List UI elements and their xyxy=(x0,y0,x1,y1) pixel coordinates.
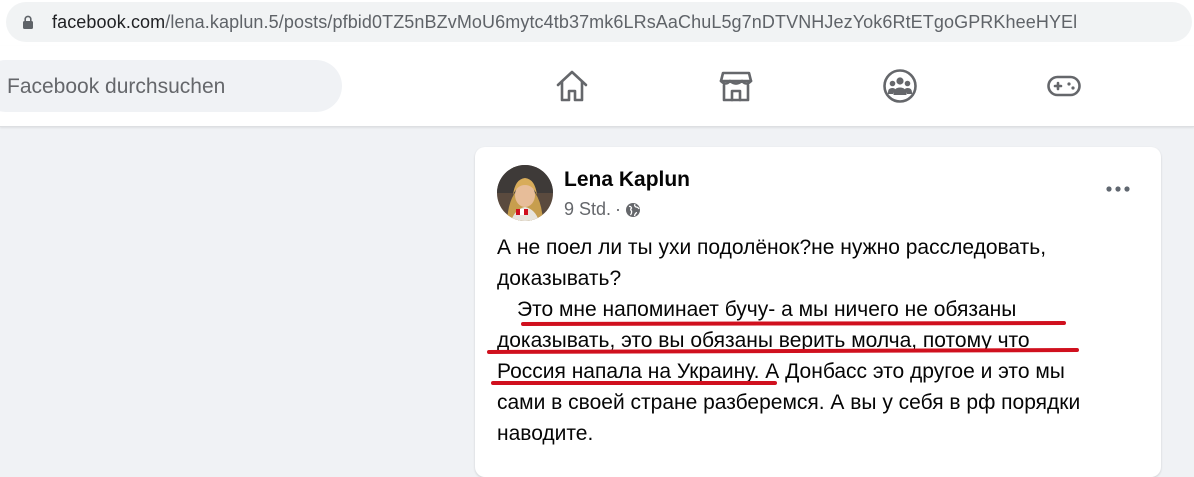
facebook-top-bar: Facebook durchsuchen xyxy=(0,46,1194,127)
lock-icon[interactable] xyxy=(22,15,34,29)
post-meta: 9 Std. · xyxy=(564,199,641,220)
globe-icon xyxy=(626,202,641,217)
meta-separator: · xyxy=(615,199,622,219)
post-line: сами в своей стране разберемся. А вы у с… xyxy=(497,391,1081,414)
post-author[interactable]: Lena Kaplun xyxy=(564,168,690,192)
post-line: Россия напала на Украину. А Донбасс это … xyxy=(497,360,1065,383)
post-line: наводите. xyxy=(497,422,594,445)
search-input[interactable]: Facebook durchsuchen xyxy=(0,60,342,112)
post-card: Lena Kaplun 9 Std. · А не поел ли ты ухи… xyxy=(475,147,1161,477)
browser-address-bar: facebook.com/lena.kaplun.5/posts/pfbid0T… xyxy=(0,0,1194,46)
avatar[interactable] xyxy=(497,165,553,221)
post-line: Это мне напоминает бучу- а мы ничего не … xyxy=(517,298,1017,321)
post-body: А не поел ли ты ухи подолёнок?не нужно р… xyxy=(497,232,1137,449)
marketplace-icon[interactable] xyxy=(718,68,754,104)
url-text: facebook.com/lena.kaplun.5/posts/pfbid0T… xyxy=(52,12,1077,33)
post-time[interactable]: 9 Std. xyxy=(564,199,611,220)
more-options-icon[interactable] xyxy=(1105,185,1131,193)
gaming-icon[interactable] xyxy=(1046,68,1082,104)
url-path: /lena.kaplun.5/posts/pfbid0TZ5nBZvMoU6my… xyxy=(165,12,1078,32)
post-line: доказывать, это вы обязаны верить молча,… xyxy=(497,329,1030,352)
home-icon[interactable] xyxy=(554,68,590,104)
groups-icon[interactable] xyxy=(882,68,918,104)
url-host: facebook.com xyxy=(52,12,166,32)
url-field[interactable]: facebook.com/lena.kaplun.5/posts/pfbid0T… xyxy=(6,2,1192,42)
post-line: доказывать? xyxy=(497,267,622,290)
post-line: А не поел ли ты ухи подолёнок?не нужно р… xyxy=(497,236,1047,259)
search-placeholder: Facebook durchsuchen xyxy=(7,75,226,98)
